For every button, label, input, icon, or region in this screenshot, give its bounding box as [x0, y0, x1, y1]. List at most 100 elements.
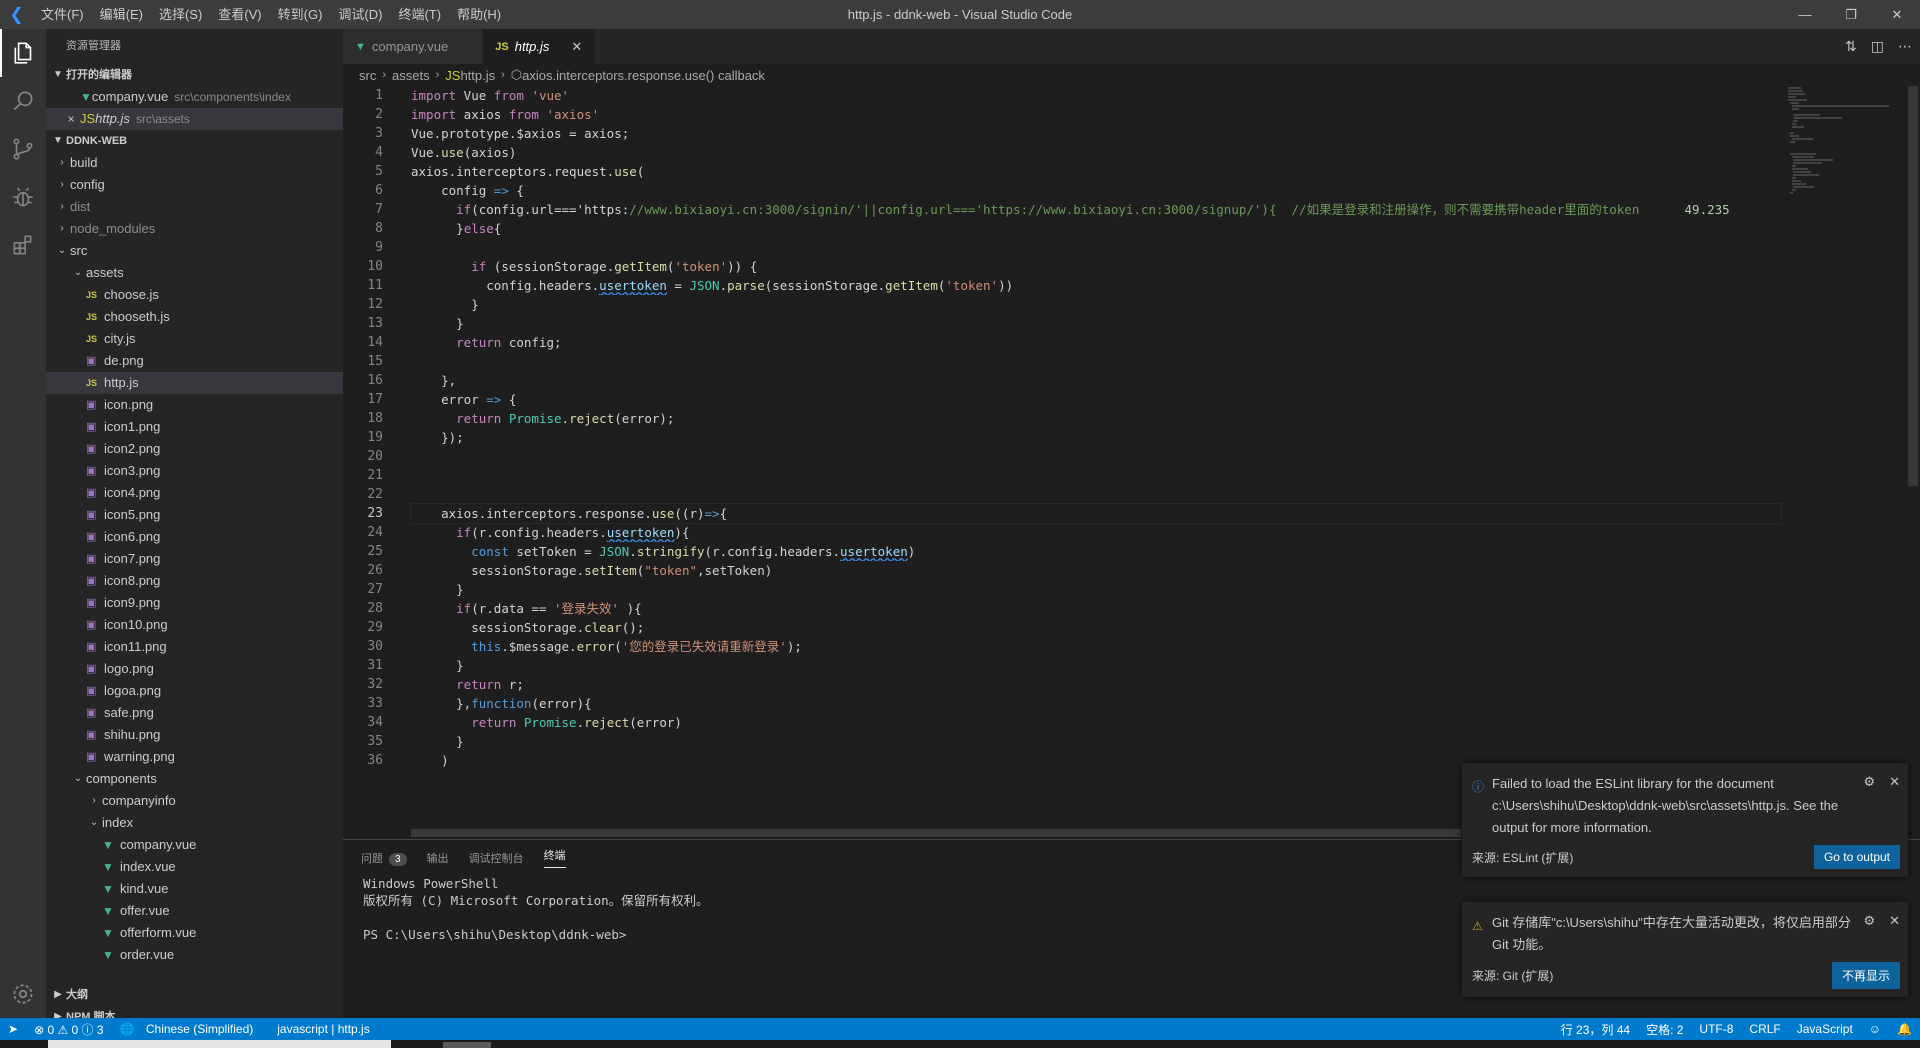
- close-icon[interactable]: ✕: [1889, 771, 1900, 793]
- code-line[interactable]: if(r.data == '登录失效' ){: [411, 599, 1781, 618]
- file-item[interactable]: ▣ icon11.png: [46, 636, 343, 658]
- code-editor[interactable]: 1 2 3 4 5 6 7 8 9 10 11 12 13 14 15 16 17 18 19 20 21 22 23 24 2…: [343, 86, 1786, 839]
- file-item[interactable]: JS chooseth.js: [46, 306, 343, 328]
- code-line[interactable]: });: [411, 428, 1781, 447]
- file-item[interactable]: ▣ icon5.png: [46, 504, 343, 526]
- file-item[interactable]: ▣ shihu.png: [46, 724, 343, 746]
- code-line[interactable]: axios.interceptors.request.use(: [411, 162, 1781, 181]
- panel-tab-问题[interactable]: 问题 3: [361, 850, 407, 866]
- vertical-scrollbar[interactable]: [1906, 86, 1920, 839]
- language-pack-status[interactable]: 🌐 Chinese (Simplified): [112, 1022, 270, 1036]
- code-line[interactable]: sessionStorage.setItem("token",setToken): [411, 561, 1781, 580]
- panel-tab-调试控制台[interactable]: 调试控制台: [469, 850, 524, 866]
- folder-item[interactable]: ⌄ src: [46, 240, 343, 262]
- code-line[interactable]: return config;: [411, 333, 1781, 352]
- code-line[interactable]: [411, 466, 1781, 485]
- npm-scripts-header[interactable]: ▶ NPM 脚本: [46, 1006, 343, 1018]
- menu-item[interactable]: 终端(T): [390, 0, 449, 29]
- code-line[interactable]: },: [411, 371, 1781, 390]
- code-line[interactable]: },function(error){: [411, 694, 1781, 713]
- file-item[interactable]: ▣ logoa.png: [46, 680, 343, 702]
- folder-item[interactable]: › config: [46, 174, 343, 196]
- code-line[interactable]: return r;: [411, 675, 1781, 694]
- code-lines[interactable]: import Vue from 'vue' import axios from '…: [410, 86, 1782, 770]
- file-item[interactable]: ▣ icon10.png: [46, 614, 343, 636]
- debug-icon[interactable]: [0, 173, 46, 221]
- code-line[interactable]: }: [411, 295, 1781, 314]
- folder-item[interactable]: ⌄ index: [46, 812, 343, 834]
- split-editor-icon[interactable]: ◫: [1871, 38, 1884, 55]
- code-line[interactable]: }: [411, 314, 1781, 333]
- menu-item[interactable]: 调试(D): [330, 0, 390, 29]
- file-item[interactable]: JS choose.js: [46, 284, 343, 306]
- file-item[interactable]: ▣ warning.png: [46, 746, 343, 768]
- panel-tab-终端[interactable]: 终端: [543, 847, 566, 868]
- code-line[interactable]: error => {: [411, 390, 1781, 409]
- gear-icon[interactable]: ⚙: [1863, 910, 1875, 932]
- breadcrumb-item[interactable]: src: [359, 68, 376, 83]
- open-editor-item[interactable]: ▼ company.vue src\components\index: [46, 86, 343, 108]
- open-editors-header[interactable]: ▼ 打开的编辑器: [46, 64, 343, 86]
- code-line[interactable]: return Promise.reject(error): [411, 713, 1781, 732]
- file-item[interactable]: ▣ icon1.png: [46, 416, 343, 438]
- restore-icon[interactable]: ❐: [1828, 0, 1874, 29]
- code-line[interactable]: if(config.url==='https://www.bixiaoyi.cn…: [411, 200, 1781, 219]
- problems-status[interactable]: ⊗ 0 ⚠ 0 ⓘ 3: [26, 1021, 112, 1038]
- code-line[interactable]: [411, 352, 1781, 371]
- file-item[interactable]: ▼ index.vue: [46, 856, 343, 878]
- code-line[interactable]: Vue.prototype.$axios = axios;: [411, 124, 1781, 143]
- file-item[interactable]: ▣ icon7.png: [46, 548, 343, 570]
- open-editor-item[interactable]: × JS http.js src\assets: [46, 108, 343, 130]
- file-item[interactable]: ▣ icon6.png: [46, 526, 343, 548]
- breadcrumb-item[interactable]: axios.interceptors.response.use() callba…: [522, 68, 765, 83]
- outline-header[interactable]: ▶ 大纲: [46, 984, 343, 1006]
- notifications-bell-icon[interactable]: 🔔: [1889, 1022, 1920, 1036]
- menu-item[interactable]: 查看(V): [210, 0, 269, 29]
- mode-status[interactable]: JavaScript: [1789, 1022, 1861, 1036]
- file-item[interactable]: ▣ icon2.png: [46, 438, 343, 460]
- file-item[interactable]: JS http.js: [46, 372, 343, 394]
- code-line[interactable]: }: [411, 732, 1781, 751]
- code-line[interactable]: [411, 238, 1781, 257]
- code-line[interactable]: axios.interceptors.response.use((r)=>{: [410, 503, 1782, 524]
- settings-gear-icon[interactable]: [0, 970, 46, 1018]
- code-line[interactable]: if (sessionStorage.getItem('token')) {: [411, 257, 1781, 276]
- code-line[interactable]: import axios from 'axios': [411, 105, 1781, 124]
- code-line[interactable]: sessionStorage.clear();: [411, 618, 1781, 637]
- dont-show-again-button[interactable]: 不再显示: [1831, 962, 1900, 989]
- code-line[interactable]: const setToken = JSON.stringify(r.config…: [411, 542, 1781, 561]
- explorer-icon[interactable]: [0, 29, 46, 77]
- extensions-icon[interactable]: [0, 221, 46, 269]
- panel-tab-输出[interactable]: 输出: [427, 850, 449, 866]
- folder-item[interactable]: ⌄ assets: [46, 262, 343, 284]
- file-item[interactable]: ▣ icon.png: [46, 394, 343, 416]
- search-icon[interactable]: [0, 77, 46, 125]
- open-changes-icon[interactable]: ⇅: [1845, 38, 1857, 55]
- file-item[interactable]: ▼ company.vue: [46, 834, 343, 856]
- eol-status[interactable]: CRLF: [1741, 1022, 1788, 1036]
- horizontal-scrollbar[interactable]: [411, 829, 1461, 837]
- indentation-status[interactable]: 空格: 2: [1638, 1021, 1691, 1038]
- code-line[interactable]: config => {: [411, 181, 1781, 200]
- file-item[interactable]: ▣ safe.png: [46, 702, 343, 724]
- close-icon[interactable]: ×: [62, 108, 80, 130]
- more-actions-icon[interactable]: ⋯: [1898, 38, 1912, 55]
- close-icon[interactable]: ✕: [1889, 910, 1900, 932]
- minimap[interactable]: [1786, 86, 1906, 839]
- encoding-status[interactable]: UTF-8: [1691, 1022, 1741, 1036]
- code-line[interactable]: }else{: [411, 219, 1781, 238]
- source-control-icon[interactable]: [0, 125, 46, 173]
- scrollbar-thumb[interactable]: [1908, 86, 1918, 486]
- menu-item[interactable]: 文件(F): [33, 0, 92, 29]
- tab-company-vue[interactable]: ▼ company.vue: [343, 29, 484, 64]
- file-item[interactable]: ▣ de.png: [46, 350, 343, 372]
- file-item[interactable]: ▣ logo.png: [46, 658, 343, 680]
- breadcrumb-item[interactable]: assets: [392, 68, 430, 83]
- code-line[interactable]: }: [411, 656, 1781, 675]
- menu-item[interactable]: 转到(G): [270, 0, 331, 29]
- breadcrumb-item[interactable]: http.js: [460, 68, 495, 83]
- file-item[interactable]: ▼ order.vue: [46, 944, 343, 966]
- code-line[interactable]: this.$message.error('您的登录已失效请重新登录');: [411, 637, 1781, 656]
- file-item[interactable]: ▣ icon9.png: [46, 592, 343, 614]
- folder-item[interactable]: › build: [46, 152, 343, 174]
